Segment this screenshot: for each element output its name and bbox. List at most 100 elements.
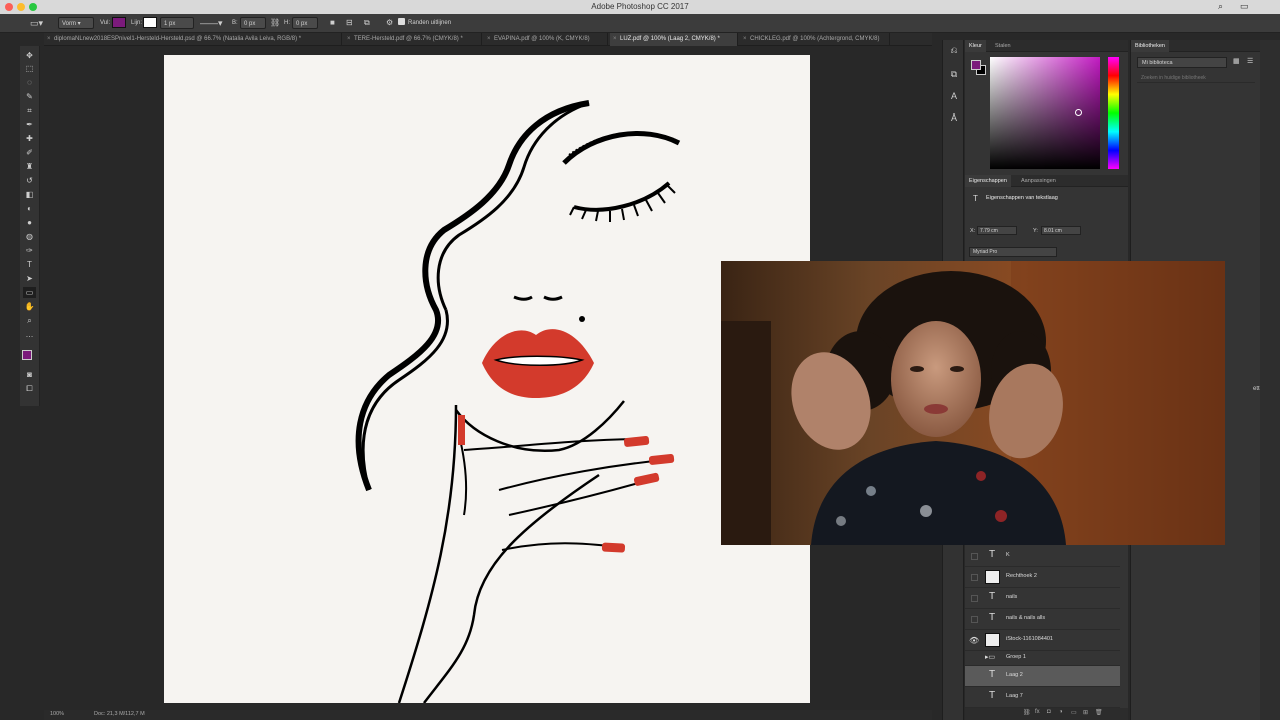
marquee-tool-icon[interactable]: ⬚ [23,63,36,74]
text-layer-icon: T [989,549,996,560]
layer-row[interactable]: Tnails & nails alls [965,609,1120,630]
shape-mode-value: Vorm [62,21,77,27]
adjustment-icon[interactable]: ◑ [1059,709,1063,715]
layer-row[interactable]: 👁 iStock-1161084401 [965,630,1120,651]
shape-mode-select[interactable]: Vorm ▾ [58,17,94,29]
trash-icon[interactable]: 🗑 [1095,709,1103,716]
foreground-color-swatch[interactable] [22,350,32,360]
library-select[interactable]: Mi biblioteca [1137,57,1227,68]
eye-icon[interactable]: 👁 [969,636,979,645]
width-input[interactable]: 0 px [240,17,266,29]
properties-title: Eigenschappen van tekstlaag [986,195,1058,201]
layer-row[interactable]: Tnails [965,588,1120,609]
fx-icon[interactable]: fx [1035,709,1040,715]
nail-4 [601,542,626,553]
visibility-toggle[interactable] [971,595,978,602]
quick-select-icon[interactable]: ✎ [23,91,36,102]
list-view-icon[interactable]: ☰ [1247,57,1253,65]
layer-name: Rechthoek 2 [1006,573,1037,579]
tab-tere[interactable]: TERE-Hersteld.pdf @ 66.7% (CMYK/8) * [344,33,482,46]
x-input[interactable]: 7.79 cm [977,226,1017,235]
visibility-toggle[interactable] [971,616,978,623]
closed-eye [573,181,671,212]
layer-row[interactable]: ▸▭ Groep 1 [965,651,1120,666]
layer-name: nails & nails alls [1006,615,1046,621]
tab-adjustments[interactable]: Aanpassingen [1017,175,1060,187]
quick-mask-icon[interactable]: ◙ [23,369,36,380]
font-family-select[interactable]: Myriad Pro [969,247,1057,257]
tab-libraries[interactable]: Bibliotheken [1131,40,1169,52]
layer-row[interactable]: TK [965,546,1120,567]
search-icon[interactable]: ⌕ [1218,1,1223,12]
tab-properties[interactable]: Eigenschappen [965,175,1011,187]
stroke-type-select[interactable]: ——▾ [200,17,223,29]
gear-icon[interactable]: ⚙ [386,17,393,29]
y-input[interactable]: 8.01 cm [1041,226,1081,235]
zoom-level[interactable]: 100% [50,711,64,717]
tool-preset-icon[interactable]: ▭▾ [30,17,43,29]
grid-view-icon[interactable]: ▦ [1233,57,1240,65]
visibility-toggle[interactable] [971,574,978,581]
new-group-icon[interactable]: ▭ [1071,709,1077,716]
eraser-tool-icon[interactable]: ◧ [23,189,36,200]
hand-tool-icon[interactable]: ✋ [23,301,36,312]
blur-tool-icon[interactable]: ● [23,217,36,228]
stamp-tool-icon[interactable]: ♜ [23,161,36,172]
lasso-tool-icon[interactable]: ◌ [23,77,36,88]
fg-color-chip[interactable] [971,60,981,70]
brush-tool-icon[interactable]: ✐ [23,147,36,158]
type-tool-icon[interactable]: T [23,259,36,270]
history-icon[interactable]: ⎌ [948,44,960,56]
tab-swatches[interactable]: Stalen [991,40,1015,52]
color-picker-cursor[interactable] [1075,109,1082,116]
healing-brush-icon[interactable]: ✚ [23,133,36,144]
rectangle-tool-icon[interactable]: ▭ [23,287,36,298]
tab-luz[interactable]: LUZ.pdf @ 100% (Laag 2, CMYK/8) * [610,33,738,46]
path-align-icon[interactable]: ⊟ [346,17,353,29]
options-bar: ▭▾ Vorm ▾ Vul: Lijn: 1 px ——▾ B: 0 px ⛓ … [0,14,1280,33]
path-select-icon[interactable]: ➤ [23,273,36,284]
path-arrange-icon[interactable]: ⧉ [364,17,370,29]
zoom-tool-icon[interactable]: ⌕ [23,315,36,326]
actions-icon[interactable]: ⧉ [948,68,960,80]
gradient-tool-icon[interactable]: ◐ [23,203,36,214]
hue-slider[interactable] [1108,57,1119,169]
tab-evapina[interactable]: EVAPINA.pdf @ 100% (K, CMYK/8) [484,33,608,46]
pen-tool-icon[interactable]: ✑ [23,245,36,256]
layer-name: nails [1006,594,1018,600]
tools-panel: ✥ ⬚ ◌ ✎ ⌗ ✒ ✚ ✐ ♜ ↺ ◧ ◐ ● ◍ ✑ T ➤ ▭ ✋ ⌕ … [20,46,40,406]
visibility-toggle[interactable] [971,553,978,560]
layer-row[interactable]: T Laag 7 [965,687,1120,708]
workspace-icon[interactable]: ▭ [1240,1,1249,12]
layer-row[interactable]: Rechthoek 2 [965,567,1120,588]
screen-mode-icon[interactable]: ⧠ [23,383,36,394]
link-layers-icon[interactable]: ⛓ [1023,709,1031,716]
character-icon[interactable]: A [948,90,960,102]
paragraph-icon[interactable]: Å [948,112,960,124]
thumb-nail [458,415,465,445]
stroke-width-input[interactable]: 1 px [160,17,194,29]
layer-row[interactable]: T Laag 2 [965,666,1120,687]
history-brush-icon[interactable]: ↺ [23,175,36,186]
crop-tool-icon[interactable]: ⌗ [23,105,36,116]
document-canvas[interactable] [164,55,810,704]
color-picker-field[interactable] [990,57,1100,169]
dodge-tool-icon[interactable]: ◍ [23,231,36,242]
eyedropper-icon[interactable]: ✒ [23,119,36,130]
height-input[interactable]: 0 px [292,17,318,29]
text-layer-icon: T [989,690,996,701]
tab-diploma[interactable]: diplomaNLnew2018ESPnivel1-Hersteld-Herst… [44,33,342,46]
new-layer-icon[interactable]: ⊞ [1083,709,1088,716]
move-tool-icon[interactable]: ✥ [23,50,36,61]
mask-icon[interactable]: ◘ [1047,709,1051,715]
path-ops-icon[interactable]: ■ [330,17,335,29]
fill-swatch[interactable] [112,17,126,28]
stroke-swatch[interactable] [143,17,157,28]
link-icon[interactable]: ⛓ [270,17,280,29]
library-search-input[interactable]: Zoeken in huidige bibliotheek [1137,73,1255,83]
more-tools-icon[interactable]: … [23,329,36,340]
tab-color[interactable]: Kleur [965,40,986,52]
nail-2 [648,453,675,465]
tab-chickleg[interactable]: CHICKLEG.pdf @ 100% (Achtergrond, CMYK/8… [740,33,890,46]
align-edges-checkbox[interactable] [398,18,405,25]
